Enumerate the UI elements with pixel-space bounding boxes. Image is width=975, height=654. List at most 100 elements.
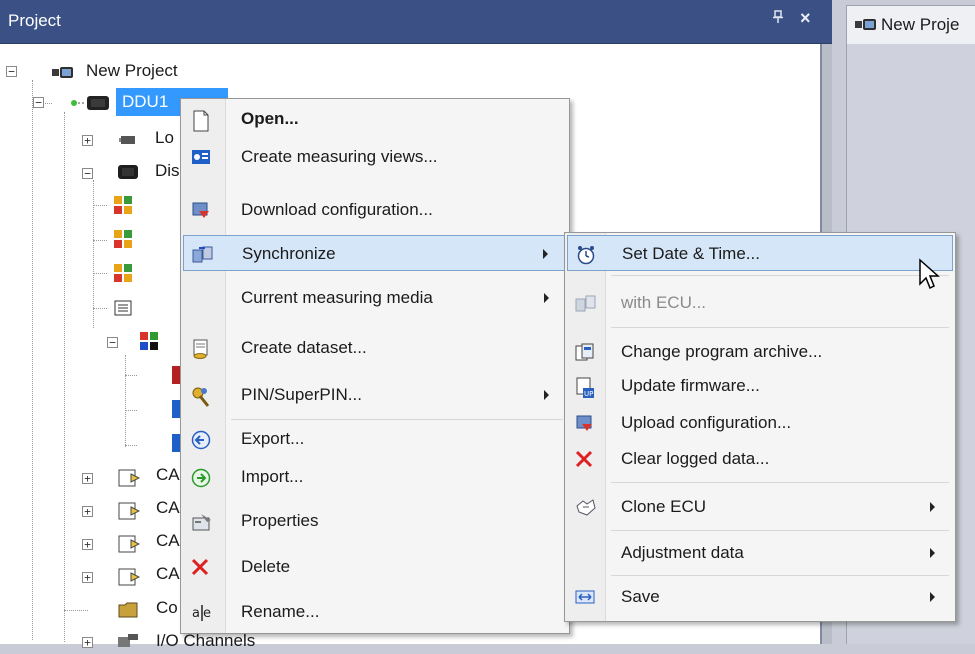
tree-item-logger[interactable]: Lo xyxy=(155,128,174,148)
synchronize-icon xyxy=(192,245,213,265)
pin-icon xyxy=(191,386,211,407)
rename-icon: ae xyxy=(191,603,211,623)
item-icon xyxy=(172,434,180,457)
pane-title: Project xyxy=(8,11,61,30)
list-icon xyxy=(114,299,132,322)
clock-icon xyxy=(576,245,596,265)
menu-item-clone-ecu[interactable]: Clone ECU xyxy=(567,489,953,525)
collapse-toggle[interactable]: − xyxy=(6,66,17,77)
chevron-right-icon xyxy=(930,592,935,602)
can-icon xyxy=(118,468,141,493)
menu-separator xyxy=(611,482,949,483)
menu-item-adjustment-data[interactable]: Adjustment data xyxy=(567,535,953,571)
open-icon xyxy=(191,110,211,132)
tree-item-can[interactable]: CA xyxy=(156,564,180,584)
menu-item-import[interactable]: Import... xyxy=(183,459,567,495)
menu-separator xyxy=(611,327,949,328)
menu-item-upload-configuration[interactable]: Upload configuration... xyxy=(567,405,953,441)
page-icon xyxy=(113,229,133,254)
menu-item-delete[interactable]: Delete xyxy=(183,549,567,585)
menu-separator xyxy=(611,530,949,531)
menu-item-change-program-archive[interactable]: Change program archive... xyxy=(567,334,953,370)
tab-label: New Proje xyxy=(881,15,960,34)
collapse-toggle[interactable]: − xyxy=(33,97,44,108)
menu-item-pin-superpin[interactable]: PIN/SuperPIN... xyxy=(183,377,567,413)
expand-toggle[interactable]: + xyxy=(82,135,93,146)
can-icon xyxy=(118,501,141,526)
menu-item-with-ecu: with ECU... xyxy=(567,285,953,321)
close-icon[interactable]: × xyxy=(800,8,811,29)
svg-text:a: a xyxy=(192,606,200,621)
item-icon xyxy=(172,400,180,423)
menu-item-set-date-time[interactable]: Set Date & Time... xyxy=(567,235,953,271)
expand-toggle[interactable]: + xyxy=(82,473,93,484)
display-icon xyxy=(117,164,139,185)
can-icon xyxy=(118,567,141,592)
chevron-right-icon xyxy=(930,502,935,512)
tree-item-display[interactable]: Dis xyxy=(155,161,180,181)
expand-toggle[interactable]: + xyxy=(82,637,93,648)
clear-icon xyxy=(575,450,595,470)
synchronize-submenu: Set Date & Time... with ECU... Change pr… xyxy=(564,232,956,622)
tab-new-project[interactable]: New Proje xyxy=(846,5,975,44)
menu-item-export[interactable]: Export... xyxy=(183,421,567,457)
firmware-icon: UP xyxy=(575,377,595,398)
menu-separator xyxy=(611,575,949,576)
dataset-icon xyxy=(191,339,211,359)
menu-item-clear-logged-data[interactable]: Clear logged data... xyxy=(567,441,953,477)
ddu-icon xyxy=(70,94,114,117)
menu-item-save[interactable]: Save xyxy=(567,579,953,615)
svg-text:UP: UP xyxy=(584,390,593,398)
page-icon xyxy=(113,263,133,288)
chevron-right-icon xyxy=(543,249,548,259)
menu-item-open[interactable]: Open... xyxy=(183,101,567,137)
collapse-toggle[interactable]: − xyxy=(107,337,118,348)
expand-toggle[interactable]: + xyxy=(82,539,93,550)
expand-toggle[interactable]: + xyxy=(82,506,93,517)
page-icon xyxy=(113,195,133,220)
layout-icon xyxy=(139,331,159,356)
chevron-right-icon xyxy=(544,293,549,303)
context-menu: Open... Create measuring views... Downlo… xyxy=(180,98,570,634)
menu-item-properties[interactable]: Properties xyxy=(183,503,567,539)
project-icon xyxy=(52,65,74,85)
menu-item-create-dataset[interactable]: Create dataset... xyxy=(183,330,567,366)
tree-item-can[interactable]: CA xyxy=(156,531,180,551)
sync-ecu-icon xyxy=(575,294,596,314)
pane-header: Project × xyxy=(0,0,832,44)
tree-item-can[interactable]: CA xyxy=(156,498,180,518)
expand-toggle[interactable]: + xyxy=(82,572,93,583)
clone-icon xyxy=(575,498,596,518)
tree-item-ddu1[interactable]: DDU1 xyxy=(122,92,168,112)
export-icon xyxy=(191,430,211,450)
tree-item-can[interactable]: CA xyxy=(156,465,180,485)
document-tabstrip: New Proje xyxy=(832,0,975,44)
download-icon xyxy=(191,201,211,221)
pin-icon[interactable] xyxy=(773,10,783,27)
menu-separator xyxy=(231,419,563,420)
tree-item-io-channels[interactable]: I/O Channels xyxy=(156,631,255,651)
menu-item-create-measuring-views[interactable]: Create measuring views... xyxy=(183,139,567,175)
mouse-cursor-icon xyxy=(918,258,940,299)
tree-root-label[interactable]: New Project xyxy=(86,61,178,81)
can-icon xyxy=(118,534,141,559)
chevron-right-icon xyxy=(544,390,549,400)
menu-separator xyxy=(611,275,949,276)
properties-icon xyxy=(191,512,211,532)
logger-icon xyxy=(119,132,137,152)
measuring-views-icon xyxy=(191,148,211,168)
menu-item-synchronize[interactable]: Synchronize xyxy=(183,235,567,271)
menu-item-update-firmware[interactable]: UP Update firmware... xyxy=(567,368,953,404)
collapse-toggle[interactable]: − xyxy=(82,168,93,179)
menu-item-rename[interactable]: ae Rename... xyxy=(183,594,567,630)
folder-icon xyxy=(118,601,138,624)
svg-text:e: e xyxy=(203,606,211,621)
save-icon xyxy=(575,588,595,608)
tree-item-folder[interactable]: Co xyxy=(156,598,178,618)
archive-icon xyxy=(575,343,595,363)
project-icon xyxy=(855,17,877,37)
menu-item-current-measuring-media[interactable]: Current measuring media xyxy=(183,280,567,316)
upload-icon xyxy=(575,414,595,434)
item-icon xyxy=(172,366,180,389)
menu-item-download-configuration[interactable]: Download configuration... xyxy=(183,192,567,228)
